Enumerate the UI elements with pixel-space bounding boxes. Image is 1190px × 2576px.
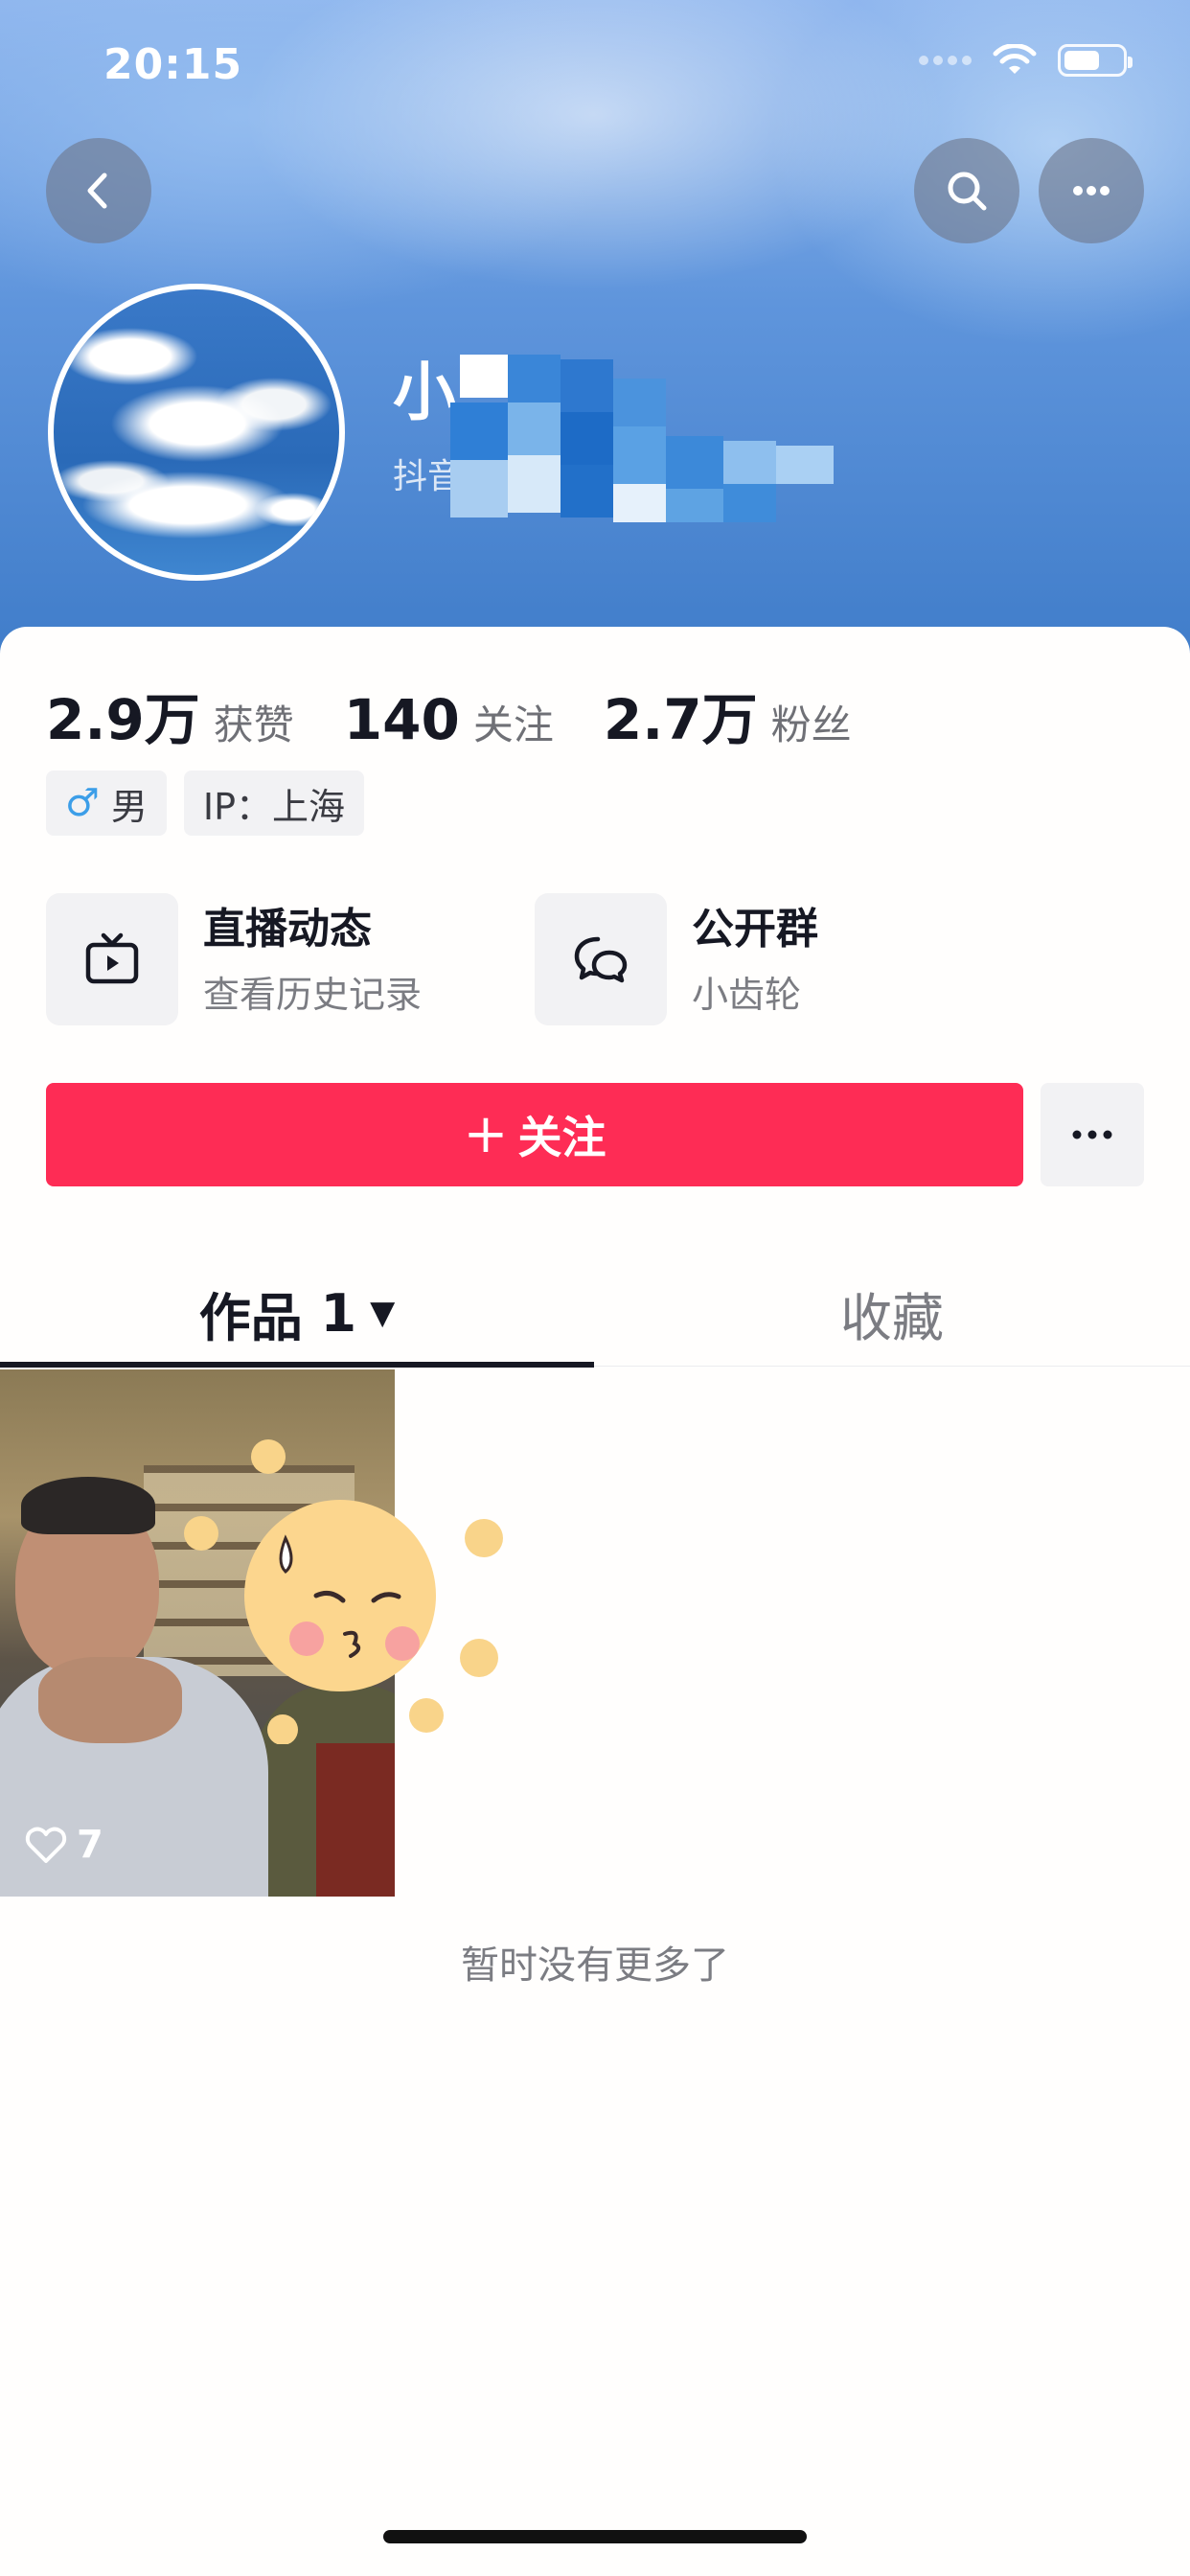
entry-subtitle: 小齿轮 — [692, 974, 802, 1016]
follow-button[interactable]: + 关注 — [46, 1083, 1023, 1186]
no-more-content-text: 暂时没有更多了 — [461, 1944, 729, 1988]
video-likes: 7 — [25, 1823, 103, 1867]
battery-icon — [1058, 44, 1133, 77]
ellipsis-icon — [1073, 186, 1110, 196]
stat-number: 2.9万 — [46, 687, 200, 752]
ip-location-label: IP：上海 — [202, 785, 345, 828]
plus-icon: + — [463, 1103, 509, 1165]
stat-label: 粉丝 — [770, 702, 852, 748]
stat-followers[interactable]: 2.7万 粉丝 — [604, 675, 852, 755]
chevron-left-icon — [87, 172, 107, 209]
likes-count: 7 — [77, 1823, 103, 1867]
tab-favorites[interactable]: 收藏 — [594, 1259, 1190, 1367]
male-icon: ♂ — [65, 781, 100, 825]
profile-tags: ♂ 男 IP：上海 — [46, 770, 364, 836]
status-icons — [919, 44, 1133, 77]
tv-icon — [85, 932, 139, 984]
wifi-icon — [993, 44, 1037, 74]
live-history-entry[interactable]: 直播动态 查看历史记录 — [46, 893, 422, 1025]
tab-works-label: 作品 — [198, 1287, 303, 1348]
heart-outline-icon — [25, 1827, 67, 1863]
status-time: 20:15 — [103, 40, 243, 89]
tab-works[interactable]: 作品 1 ▼ — [0, 1259, 594, 1367]
name-mosaic-overlay — [450, 350, 862, 561]
stat-label: 获赞 — [213, 702, 294, 748]
person-figure — [316, 1743, 395, 1897]
ellipsis-icon — [1072, 1130, 1112, 1139]
stat-number: 2.7万 — [603, 687, 758, 752]
entry-text: 公开群 小齿轮 — [692, 901, 818, 1018]
stat-label: 关注 — [472, 702, 554, 748]
public-group-entry[interactable]: 公开群 小齿轮 — [535, 893, 818, 1025]
profile-cover: 20:15 小 抖音号： — [0, 0, 1190, 671]
entry-icon-box — [535, 893, 667, 1025]
tab-favorites-label: 收藏 — [840, 1287, 944, 1348]
follow-label: 关注 — [517, 1112, 606, 1163]
active-tab-indicator — [0, 1362, 594, 1368]
content-tabs: 作品 1 ▼ 收藏 — [0, 1259, 1190, 1367]
stat-following[interactable]: 140 关注 — [344, 687, 554, 752]
more-options-button[interactable] — [1039, 138, 1144, 243]
search-button[interactable] — [914, 138, 1019, 243]
caret-down-icon: ▼ — [370, 1294, 396, 1332]
chat-bubbles-icon — [574, 936, 628, 983]
entry-text: 直播动态 查看历史记录 — [203, 901, 422, 1018]
person-figure — [38, 1657, 182, 1743]
stats-row: 2.9万 获赞 140 关注 2.7万 粉丝 — [46, 675, 902, 755]
search-icon — [948, 172, 987, 211]
entry-icon-box — [46, 893, 178, 1025]
home-indicator[interactable] — [383, 2530, 807, 2543]
back-button[interactable] — [46, 138, 151, 243]
stat-likes[interactable]: 2.9万 获赞 — [46, 675, 294, 755]
ip-location-tag: IP：上海 — [183, 770, 364, 836]
entry-title: 公开群 — [692, 905, 818, 954]
profile-entries: 直播动态 查看历史记录 公开群 小齿轮 — [46, 893, 1148, 1027]
stat-number: 140 — [343, 687, 460, 752]
avatar[interactable] — [48, 284, 345, 581]
gender-label: 男 — [110, 785, 148, 828]
emoji-sticker-icon — [184, 1439, 503, 1744]
signal-icon — [919, 56, 972, 65]
entry-title: 直播动态 — [203, 905, 372, 954]
tab-works-count: 1 — [320, 1282, 357, 1344]
follow-more-button[interactable] — [1041, 1083, 1144, 1186]
person-figure — [21, 1477, 155, 1534]
entry-subtitle: 查看历史记录 — [203, 974, 423, 1016]
gender-tag: ♂ 男 — [46, 770, 167, 836]
